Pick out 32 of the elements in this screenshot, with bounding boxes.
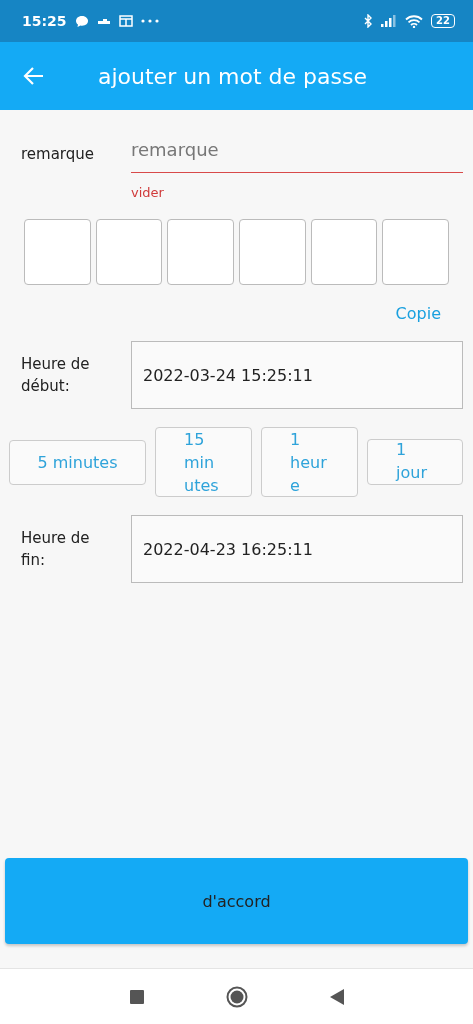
duration-button[interactable]: 1 heur e: [261, 427, 358, 497]
duration-button[interactable]: 5 minutes: [9, 439, 146, 485]
home-icon[interactable]: [225, 985, 248, 1008]
error-message: vider: [131, 185, 165, 200]
bluetooth-icon: [364, 14, 374, 28]
start-time-field[interactable]: 2022-03-24 15:25:11: [131, 341, 463, 409]
more-icon: [140, 19, 159, 23]
page-title: ajouter un mot de passe: [98, 63, 367, 89]
code-input-box[interactable]: [382, 219, 450, 285]
back-icon[interactable]: [329, 988, 344, 1005]
battery-indicator: 22: [431, 14, 455, 28]
chat-bubble-icon: [74, 14, 89, 28]
confirm-button[interactable]: d'accord: [5, 858, 468, 944]
window-icon: [118, 15, 133, 27]
clock: 15:25: [22, 13, 67, 29]
remark-field[interactable]: remarque: [131, 135, 463, 173]
code-input-box[interactable]: [95, 219, 163, 285]
signal-icon: [381, 15, 398, 27]
back-button[interactable]: [23, 65, 45, 87]
duration-button[interactable]: 15 min utes: [155, 427, 252, 497]
end-time-field[interactable]: 2022-04-23 16:25:11: [131, 515, 463, 583]
end-time-label: Heure de fin:: [21, 528, 91, 571]
code-input-box[interactable]: [167, 219, 234, 285]
recent-apps-icon[interactable]: [129, 989, 144, 1004]
wifi-icon: [405, 14, 424, 28]
remark-label: remarque: [21, 145, 96, 163]
duration-button[interactable]: 1 jour: [367, 439, 463, 485]
start-time-label: Heure de début:: [21, 354, 91, 397]
code-input-box[interactable]: [24, 219, 91, 285]
code-input-box[interactable]: [239, 219, 306, 285]
code-input-box[interactable]: [310, 219, 378, 285]
copy-link[interactable]: Copie: [395, 304, 441, 323]
